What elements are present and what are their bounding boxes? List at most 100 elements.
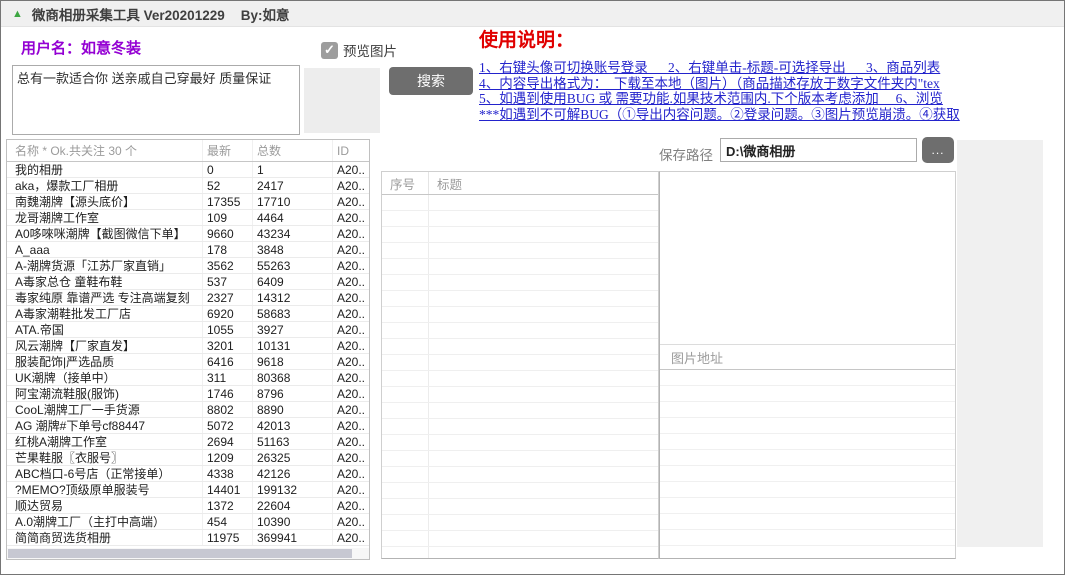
item-row-empty[interactable] xyxy=(382,435,658,451)
album-cell: ?MEMO?顶级原单服装号 xyxy=(7,482,203,497)
album-row[interactable]: 服装配饰|严选品质 6416 9618 A20.. xyxy=(7,354,369,370)
item-row-empty[interactable] xyxy=(382,211,658,227)
album-row[interactable]: A-潮牌货源「江苏厂家直销」 3562 55263 A20.. xyxy=(7,258,369,274)
item-row-empty[interactable] xyxy=(382,323,658,339)
album-row[interactable]: ?MEMO?顶级原单服装号 14401 199132 A20.. xyxy=(7,482,369,498)
album-row[interactable]: 芒果鞋服〖衣服号〗 1209 26325 A20.. xyxy=(7,450,369,466)
album-column-header[interactable]: 总数 xyxy=(253,140,333,161)
album-cell: 红桃A潮牌工作室 xyxy=(7,434,203,449)
item-row-empty[interactable] xyxy=(382,291,658,307)
album-cell: 南魏潮牌【源头底价】 xyxy=(7,194,203,209)
album-cell: 537 xyxy=(203,274,253,289)
image-address-header[interactable]: 图片地址 xyxy=(660,345,955,370)
album-cell: 10390 xyxy=(253,514,333,529)
item-row-empty[interactable] xyxy=(382,195,658,211)
column-header-index[interactable]: 序号 xyxy=(382,172,429,194)
album-row[interactable]: 顺达贸易 1372 22604 A20.. xyxy=(7,498,369,514)
image-address-row-empty[interactable] xyxy=(660,386,955,402)
item-index-cell xyxy=(382,499,429,514)
item-row-empty[interactable] xyxy=(382,307,658,323)
item-row-empty[interactable] xyxy=(382,531,658,547)
album-cell: 龙哥潮牌工作室 xyxy=(7,210,203,225)
image-address-row-empty[interactable] xyxy=(660,466,955,482)
image-address-row-empty[interactable] xyxy=(660,530,955,546)
instruction-line: 1、右键头像可切换账号登录 2、右键单击-标题-可选择导出 3、商品列表 xyxy=(479,60,941,75)
image-address-row-empty[interactable] xyxy=(660,514,955,530)
album-column-header[interactable]: ID xyxy=(333,140,369,161)
image-address-row-empty[interactable] xyxy=(660,482,955,498)
item-row-empty[interactable] xyxy=(382,419,658,435)
album-row[interactable]: ABC档口-6号店（正常接单） 4338 42126 A20.. xyxy=(7,466,369,482)
item-index-cell xyxy=(382,275,429,290)
album-column-header[interactable]: 最新 xyxy=(203,140,253,161)
item-row-empty[interactable] xyxy=(382,243,658,259)
item-index-cell xyxy=(382,531,429,546)
item-row-empty[interactable] xyxy=(382,371,658,387)
item-row-empty[interactable] xyxy=(382,451,658,467)
item-row-empty[interactable] xyxy=(382,387,658,403)
item-index-cell xyxy=(382,515,429,530)
album-cell: 6416 xyxy=(203,354,253,369)
album-cell: 6409 xyxy=(253,274,333,289)
image-address-row-empty[interactable] xyxy=(660,402,955,418)
item-row-empty[interactable] xyxy=(382,339,658,355)
album-cell: 5072 xyxy=(203,418,253,433)
album-row[interactable]: 红桃A潮牌工作室 2694 51163 A20.. xyxy=(7,434,369,450)
app-window: ▲ 微商相册采集工具 Ver20201229 By:如意 用户名：如意冬装 ✓ … xyxy=(0,0,1065,575)
album-column-header[interactable]: 名称 * Ok.共关注 30 个 xyxy=(7,140,203,161)
image-address-row-empty[interactable] xyxy=(660,418,955,434)
album-cell: A20.. xyxy=(337,498,366,513)
column-header-title[interactable]: 标题 xyxy=(429,172,462,194)
item-row-empty[interactable] xyxy=(382,499,658,515)
item-row-empty[interactable] xyxy=(382,355,658,371)
album-row[interactable]: UK潮牌（接单中） 311 80368 A20.. xyxy=(7,370,369,386)
description-textarea[interactable]: 总有一款适合你 送亲戚自己穿最好 质量保证 xyxy=(12,65,300,135)
album-row[interactable]: 龙哥潮牌工作室 109 4464 A20.. xyxy=(7,210,369,226)
album-row[interactable]: A毒家总仓 童鞋布鞋 537 6409 A20.. xyxy=(7,274,369,290)
item-row-empty[interactable] xyxy=(382,467,658,483)
album-row[interactable]: 我的相册 0 1 A20.. xyxy=(7,162,369,178)
image-address-row-empty[interactable] xyxy=(660,546,955,558)
album-row[interactable]: CooL潮牌工厂一手货源 8802 8890 A20.. xyxy=(7,402,369,418)
album-row[interactable]: ATA.帝国 1055 3927 A20.. xyxy=(7,322,369,338)
item-row-empty[interactable] xyxy=(382,275,658,291)
item-row-empty[interactable] xyxy=(382,483,658,499)
horizontal-scrollbar[interactable] xyxy=(7,548,369,559)
album-cell: UK潮牌（接单中） xyxy=(7,370,203,385)
album-row[interactable]: AG 潮牌#下单号cf88447 5072 42013 A20.. xyxy=(7,418,369,434)
album-cell: ABC档口-6号店（正常接单） xyxy=(7,466,203,481)
checkbox-checked-icon[interactable]: ✓ xyxy=(321,41,338,59)
image-address-row-empty[interactable] xyxy=(660,434,955,450)
album-row[interactable]: 阿宝潮流鞋服(服饰) 1746 8796 A20.. xyxy=(7,386,369,402)
item-row-empty[interactable] xyxy=(382,547,658,558)
album-cell: 1372 xyxy=(203,498,253,513)
image-address-row-empty[interactable] xyxy=(660,370,955,386)
album-cell: A20.. xyxy=(337,258,366,273)
save-path-input[interactable] xyxy=(720,138,917,162)
image-address-row-empty[interactable] xyxy=(660,450,955,466)
image-address-row-empty[interactable] xyxy=(660,498,955,514)
browse-button[interactable]: ... xyxy=(922,137,954,163)
album-row[interactable]: A0哆唻咪潮牌【截图微信下单】 9660 43234 A20.. xyxy=(7,226,369,242)
avatar-placeholder[interactable] xyxy=(304,68,380,133)
item-row-empty[interactable] xyxy=(382,227,658,243)
item-row-empty[interactable] xyxy=(382,259,658,275)
album-row[interactable]: 简简商贸选货相册 11975 369941 A20.. xyxy=(7,530,369,546)
album-row[interactable]: 风云潮牌【厂家直发】 3201 10131 A20.. xyxy=(7,338,369,354)
album-cell: A20.. xyxy=(337,434,366,449)
item-index-cell xyxy=(382,339,429,354)
search-button[interactable]: 搜索 xyxy=(389,67,473,95)
preview-images-checkbox[interactable]: ✓ 预览图片 xyxy=(321,40,397,60)
album-cell: 178 xyxy=(203,242,253,257)
album-row[interactable]: A.0潮牌工厂（主打中高端） 454 10390 A20.. xyxy=(7,514,369,530)
album-row[interactable]: A_aaa 178 3848 A20.. xyxy=(7,242,369,258)
album-cell: 10131 xyxy=(253,338,333,353)
album-row[interactable]: A毒家潮鞋批发工厂店 6920 58683 A20.. xyxy=(7,306,369,322)
album-row[interactable]: aka，爆款工厂相册 52 2417 A20.. xyxy=(7,178,369,194)
item-row-empty[interactable] xyxy=(382,515,658,531)
horizontal-scrollbar-thumb[interactable] xyxy=(8,549,352,558)
album-row[interactable]: 毒家纯原 靠谱严选 专注高端复刻 2327 14312 A20.. xyxy=(7,290,369,306)
item-row-empty[interactable] xyxy=(382,403,658,419)
album-row[interactable]: 南魏潮牌【源头底价】 17355 17710 A20.. xyxy=(7,194,369,210)
album-cell: A20.. xyxy=(337,338,366,353)
